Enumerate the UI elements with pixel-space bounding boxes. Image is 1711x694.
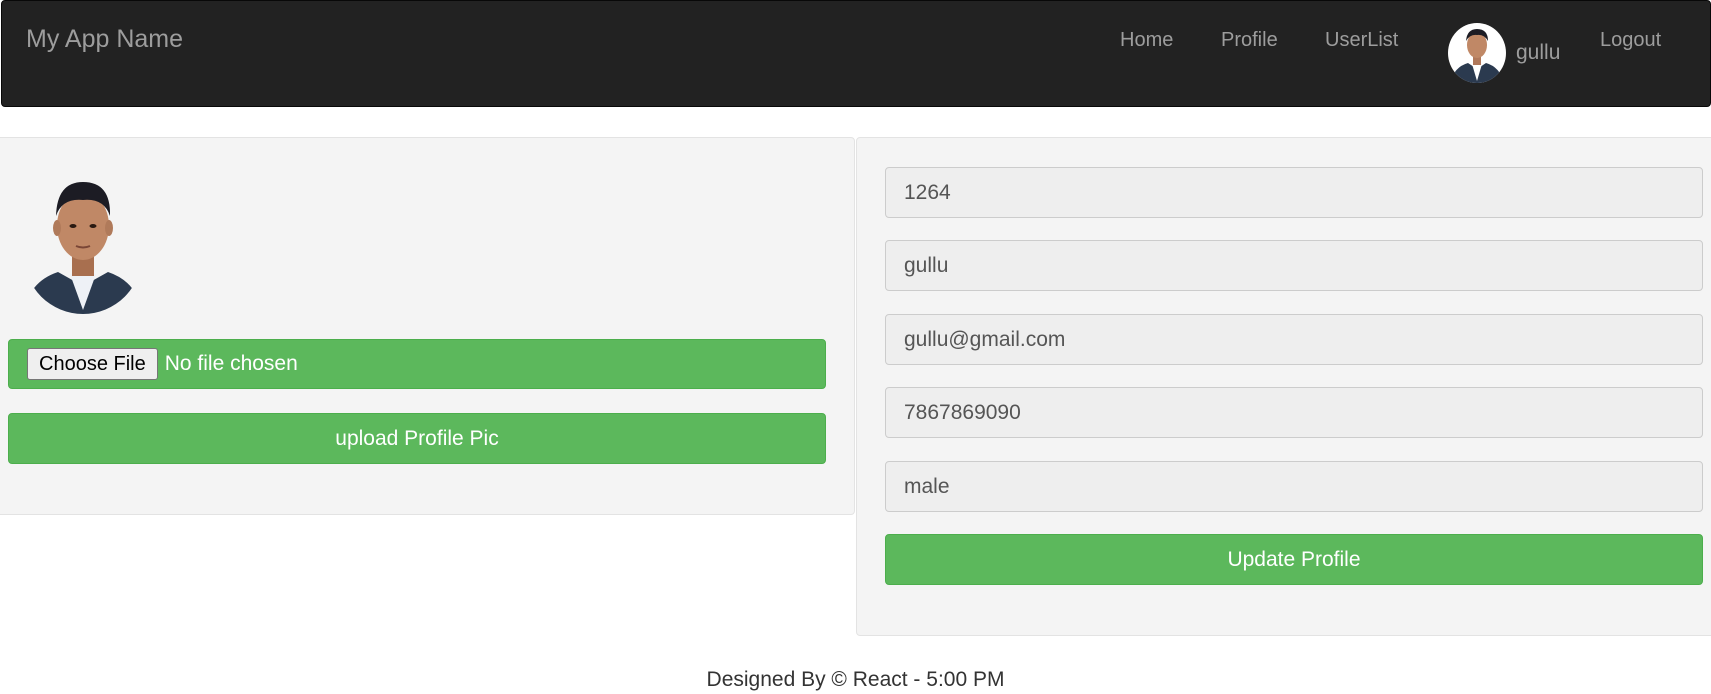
profile-picture xyxy=(24,170,142,314)
navbar: My App Name Home Profile UserList gullu … xyxy=(1,0,1711,107)
user-avatar xyxy=(1448,23,1506,83)
gender-field[interactable] xyxy=(885,461,1703,512)
name-field[interactable] xyxy=(885,240,1703,291)
nav-user-name: gullu xyxy=(1516,41,1561,64)
user-id-field[interactable] xyxy=(885,167,1703,218)
nav-user-menu[interactable]: gullu xyxy=(1448,23,1560,83)
nav-link-userlist[interactable]: UserList xyxy=(1325,29,1398,52)
nav-link-profile[interactable]: Profile xyxy=(1221,29,1278,52)
nav-link-home[interactable]: Home xyxy=(1120,29,1173,52)
upload-profile-pic-button[interactable]: upload Profile Pic xyxy=(8,413,826,464)
update-profile-button[interactable]: Update Profile xyxy=(885,534,1703,585)
email-field[interactable] xyxy=(885,314,1703,365)
app-brand[interactable]: My App Name xyxy=(26,25,183,54)
file-status-text: No file chosen xyxy=(164,352,298,375)
nav-link-logout[interactable]: Logout xyxy=(1600,29,1661,52)
file-chooser[interactable]: Choose File No file chosen xyxy=(8,339,826,389)
footer-credit: Designed By © React - 5:00 PM xyxy=(706,668,1005,691)
phone-field[interactable] xyxy=(885,387,1703,438)
choose-file-button[interactable]: Choose File xyxy=(27,348,158,380)
